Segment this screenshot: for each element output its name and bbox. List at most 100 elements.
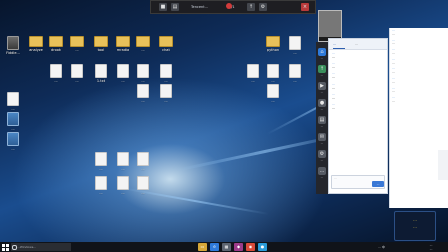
chat-message: ...... — [329, 81, 387, 91]
class-chat-window: ........................................… — [389, 28, 448, 208]
taskbar: ...Windows... ▭ e ▦ ◆ ◉ ● ... 中 ... ... — [0, 242, 448, 252]
send-button[interactable]: ... — [372, 181, 384, 187]
icon-bar-label: ... — [320, 141, 324, 145]
desktop-icon[interactable]: ... — [0, 132, 26, 152]
record-indicator — [226, 3, 232, 9]
meeting-top-bar: ■ ▤ Tencent... 1/1 ↑ ⚙ × — [150, 0, 316, 14]
desktop-icon[interactable]: ... — [282, 36, 308, 56]
icon-bar-label: ... — [320, 90, 324, 94]
desktop-icon[interactable]: ... — [153, 64, 179, 84]
store-icon[interactable]: ▦ — [222, 243, 231, 251]
chat-message: ...... — [390, 95, 448, 105]
folder-icon — [49, 36, 63, 47]
desktop-icon-label: ... — [11, 147, 15, 151]
message-text: ... — [332, 65, 336, 70]
desktop-icon[interactable]: ... — [282, 64, 308, 84]
video-icon[interactable]: ▶ — [318, 82, 326, 90]
desktop-icon[interactable]: ... — [64, 64, 90, 84]
desktop-icon-label: ... — [164, 99, 168, 103]
badge-line-2: ... — [413, 224, 417, 229]
doc-icon — [160, 64, 172, 78]
meeting-icon-bar: ⌂... ↑... ▶... ●... ▤... ✉... ⚙...…... — [316, 42, 328, 194]
share-icon[interactable]: ↑ — [247, 3, 255, 11]
folder-icon — [136, 36, 150, 47]
share-icon[interactable]: ↑ — [318, 65, 326, 73]
desktop-icon[interactable]: ... — [130, 176, 156, 196]
doc-icon — [247, 64, 259, 78]
desktop-icon[interactable]: ... — [153, 84, 179, 104]
message-text: ... — [332, 95, 336, 100]
home-icon[interactable]: ⌂ — [318, 48, 326, 56]
doc-icon — [50, 64, 62, 78]
message-text: ... — [332, 85, 336, 90]
doc-icon — [117, 152, 129, 166]
doc-icon — [95, 152, 107, 166]
doc-icon — [95, 176, 107, 190]
desktop-icon-label: ... — [75, 48, 79, 52]
more-icon[interactable]: … — [318, 167, 326, 175]
windows-start-icon[interactable] — [1, 243, 9, 251]
settings-icon[interactable]: ⚙ — [318, 150, 326, 158]
desktop-icon-label: ... — [293, 51, 297, 55]
message-text: ... — [392, 31, 395, 36]
desktop-icon-label: ... — [271, 99, 275, 103]
doc-icon — [117, 64, 129, 78]
desktop-icon[interactable]: ... — [0, 92, 26, 112]
doc-icon — [7, 92, 19, 106]
search-icon — [12, 245, 17, 250]
tab-members[interactable]: ... — [355, 41, 358, 47]
doc-icon — [95, 64, 107, 78]
desktop-icon-label: ... — [164, 79, 168, 83]
chat-message: ...... — [329, 101, 387, 111]
folder-icon — [266, 36, 280, 47]
settings-icon[interactable]: ⚙ — [259, 3, 267, 11]
file-explorer-icon[interactable]: ▭ — [198, 243, 207, 251]
desktop-icon[interactable]: ... — [260, 84, 286, 104]
chat-message: ...... — [329, 60, 387, 70]
chat-message: ...... — [390, 66, 448, 76]
close-icon[interactable]: × — [301, 3, 309, 11]
app-icon[interactable]: ◆ — [234, 243, 243, 251]
mic-icon[interactable]: ● — [318, 99, 326, 107]
message-text: ... — [392, 41, 395, 46]
chat-message: ...... — [390, 86, 448, 96]
icon-bar-label: ... — [320, 73, 324, 77]
icon-bar-label: ... — [320, 124, 324, 128]
folder-icon — [116, 36, 130, 47]
promo-badge: ... ... — [394, 211, 436, 241]
folder-icon — [94, 36, 108, 47]
desktop-icon[interactable]: ... — [130, 152, 156, 172]
edge-icon[interactable]: e — [210, 243, 219, 251]
doc-icon — [289, 36, 301, 50]
taskbar-clock[interactable]: ... ... — [419, 243, 443, 251]
chrome-icon[interactable]: ◉ — [246, 243, 255, 251]
chat-message: ...... — [390, 57, 448, 67]
tab-chat[interactable]: ... — [333, 41, 336, 47]
chat-icon[interactable]: ▤ — [171, 3, 179, 11]
folder-icon — [29, 36, 43, 47]
icon-bar-label: ... — [320, 107, 324, 111]
chat-icon[interactable]: ✉ — [318, 133, 326, 141]
doc-icon — [137, 152, 149, 166]
desktop-icon-label: ... — [11, 127, 15, 131]
clock-date: ... — [429, 247, 433, 251]
doc-icon — [137, 176, 149, 190]
qq-icon[interactable]: ● — [258, 243, 267, 251]
desktop-icon[interactable]: chat — [153, 36, 179, 53]
message-text: ... — [392, 60, 395, 65]
message-text: ... — [392, 79, 395, 84]
camera-icon[interactable]: ■ — [159, 3, 167, 11]
desktop-icon-label: ... — [141, 167, 145, 171]
chat-message: ...... — [390, 47, 448, 57]
meeting-title: Tencent... — [191, 5, 208, 9]
message-text: ... — [332, 55, 336, 59]
desktop-icon[interactable]: ... — [0, 112, 26, 132]
app-icon — [7, 36, 19, 50]
desktop-icon-label: ... — [11, 107, 15, 111]
taskbar-search[interactable]: ...Windows... — [11, 243, 71, 251]
active-tab-indicator — [333, 48, 345, 49]
icon-bar-label: ... — [320, 158, 324, 162]
file-icon[interactable]: ▤ — [318, 116, 326, 124]
desktop-icon[interactable]: ... — [64, 36, 90, 53]
system-tray[interactable]: ... 中 — [378, 244, 385, 250]
